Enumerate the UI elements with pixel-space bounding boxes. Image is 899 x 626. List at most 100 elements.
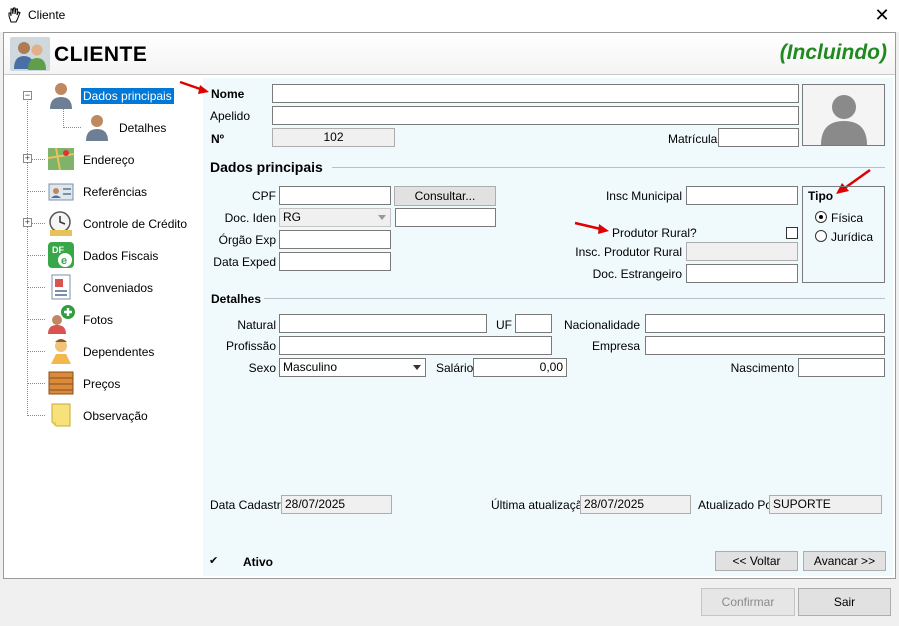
matricula-input[interactable] <box>718 128 799 147</box>
apelido-input[interactable] <box>272 106 799 125</box>
tree-item-precos[interactable]: Preços <box>46 368 196 398</box>
tipo-fisica-label: Física <box>831 211 864 225</box>
data-cadastro-label: Data Cadastro <box>210 498 288 512</box>
add-person-icon <box>48 305 75 334</box>
doc-iden-select[interactable]: RG <box>279 208 391 227</box>
doc-iden-value: RG <box>283 210 301 224</box>
clock-icon <box>49 211 72 236</box>
tree-connector <box>27 96 28 416</box>
tree-item-dados-fiscais[interactable]: DF e Dados Fiscais <box>46 240 196 270</box>
nfe-icon: DFe <box>48 242 74 268</box>
numero-field: 102 <box>272 128 395 147</box>
nascimento-input[interactable] <box>798 358 885 377</box>
numero-label: Nº <box>211 132 225 146</box>
orgao-exp-input[interactable] <box>279 230 391 249</box>
map-icon <box>47 147 75 171</box>
tree-item-referencias[interactable]: Referências <box>46 176 196 206</box>
salario-input[interactable]: 0,00 <box>473 358 567 377</box>
empresa-input[interactable] <box>645 336 885 355</box>
apelido-label: Apelido <box>210 109 251 123</box>
expand-icon[interactable]: + <box>23 154 32 163</box>
note-icon <box>51 403 71 427</box>
uf-input[interactable] <box>515 314 552 333</box>
tree-item-controle-credito[interactable]: Controle de Crédito <box>46 208 196 238</box>
photo-placeholder[interactable] <box>802 84 885 146</box>
nacionalidade-input[interactable] <box>645 314 885 333</box>
tree-item-dados-principais[interactable]: Dados principais <box>46 80 196 110</box>
chevron-down-icon <box>378 215 386 220</box>
profissao-input[interactable] <box>279 336 552 355</box>
avancar-button[interactable]: Avancar >> <box>803 551 886 571</box>
tipo-juridica-label: Jurídica <box>831 230 874 244</box>
tree-connector <box>27 287 45 288</box>
window-titlebar: Cliente ✕ <box>0 0 899 32</box>
tree-item-observacao[interactable]: Observação <box>46 400 196 430</box>
document-icon <box>51 274 71 300</box>
tree-item-conveniados[interactable]: Conveniados <box>46 272 196 302</box>
child-icon <box>51 339 71 364</box>
profissao-label: Profissão <box>225 339 276 353</box>
expand-icon[interactable]: + <box>23 218 32 227</box>
hand-icon <box>8 7 21 23</box>
voltar-button[interactable]: << Voltar <box>715 551 798 571</box>
collapse-icon[interactable]: − <box>23 91 32 100</box>
tree-item-label: Controle de Crédito <box>83 217 188 231</box>
tipo-fisica-radio[interactable] <box>815 211 827 223</box>
navigation-tree: − + + Dados principais Detalhes Endereço… <box>6 78 202 576</box>
produtor-rural-checkbox[interactable] <box>786 227 798 239</box>
insc-municipal-input[interactable] <box>686 186 798 205</box>
atualizado-por-label: Atualizado Por <box>698 498 777 512</box>
data-exped-input[interactable] <box>279 252 391 271</box>
tree-item-label: Dependentes <box>83 345 155 359</box>
tree-item-fotos[interactable]: Fotos <box>46 304 196 334</box>
cpf-input[interactable] <box>279 186 391 205</box>
close-icon[interactable]: ✕ <box>872 5 892 25</box>
orgao-exp-label: Órgão Exp <box>218 233 276 247</box>
sexo-select[interactable]: Masculino <box>279 358 426 377</box>
ativo-checkbox[interactable] <box>208 554 220 569</box>
data-exped-label: Data Exped <box>213 255 276 269</box>
tree-item-label: Fotos <box>83 313 114 327</box>
doc-iden-label: Doc. Iden <box>224 211 276 225</box>
tree-item-dependentes[interactable]: Dependentes <box>46 336 196 366</box>
tree-connector <box>63 108 64 128</box>
person-icon <box>50 83 72 109</box>
uf-label: UF <box>496 318 512 332</box>
tree-connector <box>27 319 45 320</box>
tree-connector <box>27 383 45 384</box>
tipo-juridica-radio[interactable] <box>815 230 827 242</box>
section-divider <box>264 298 885 299</box>
tree-item-detalhes[interactable]: Detalhes <box>82 112 192 142</box>
salario-label: Salário <box>436 361 474 375</box>
section-detalhes: Detalhes <box>211 292 262 306</box>
tree-item-label: Detalhes <box>119 121 167 135</box>
consultar-button[interactable]: Consultar... <box>394 186 496 206</box>
mode-indicator: (Incluindo) <box>779 41 887 64</box>
tree-item-label: Dados principais <box>81 88 174 104</box>
tree-item-endereco[interactable]: Endereço <box>46 144 196 174</box>
produtor-rural-label: Produtor Rural? <box>612 226 697 240</box>
doc-iden-number-input[interactable] <box>395 208 496 227</box>
sexo-value: Masculino <box>283 360 338 374</box>
tree-item-label: Referências <box>83 185 148 199</box>
sair-button[interactable]: Sair <box>798 588 891 616</box>
chevron-down-icon <box>413 365 421 370</box>
nacionalidade-label: Nacionalidade <box>563 318 640 332</box>
page-title: CLIENTE <box>54 43 148 66</box>
natural-input[interactable] <box>279 314 487 333</box>
window-title: Cliente <box>28 8 66 22</box>
confirmar-button[interactable]: Confirmar <box>701 588 795 616</box>
tree-connector <box>27 415 45 416</box>
cpf-label: CPF <box>252 189 276 203</box>
arrow-icon <box>179 80 209 94</box>
box-icon <box>48 371 74 395</box>
nome-input[interactable] <box>272 84 799 103</box>
data-cadastro-field: 28/07/2025 <box>281 495 392 514</box>
tree-connector <box>27 191 45 192</box>
person-icon <box>86 115 108 141</box>
doc-estrangeiro-input[interactable] <box>686 264 798 283</box>
id-card-icon <box>48 183 74 201</box>
ultima-atualizacao-field: 28/07/2025 <box>580 495 691 514</box>
natural-label: Natural <box>237 318 276 332</box>
nome-label: Nome <box>211 87 245 101</box>
